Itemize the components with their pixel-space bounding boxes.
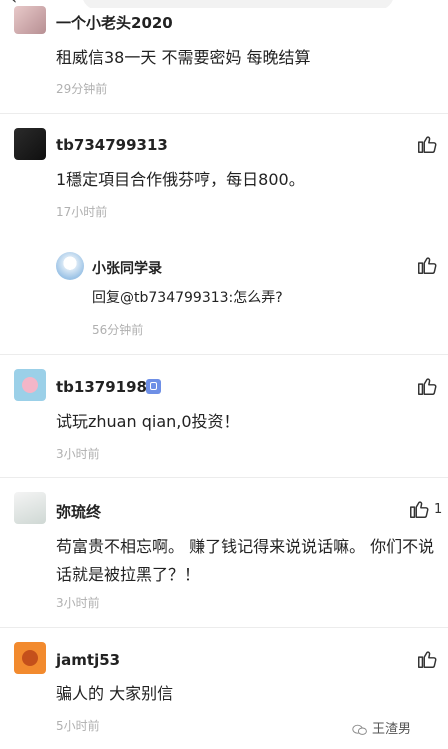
comment-text: 租威信38一天 不需要密妈 每晚结算 [56, 48, 311, 67]
thumbs-up-icon [418, 136, 437, 153]
reply-username[interactable]: 小张同学录 [92, 258, 162, 278]
avatar[interactable] [14, 369, 46, 401]
thumbs-up-icon [410, 501, 429, 518]
comment-text: 苟富贵不相忘啊。 赚了钱记得来说说话嘛。 你们不说话就是被拉黑了？！ [56, 537, 435, 584]
avatar[interactable] [14, 6, 46, 34]
thumbs-up-icon [418, 378, 437, 395]
avatar[interactable] [14, 492, 46, 524]
verified-badge-icon [146, 379, 161, 394]
comment-username[interactable]: tb13791987 [56, 378, 157, 396]
comment-username[interactable]: jamtj53 [56, 651, 120, 669]
comment-text: 骗人的 大家别信 [56, 684, 174, 703]
like-button[interactable] [416, 375, 438, 397]
avatar[interactable] [56, 252, 84, 280]
reply-time: 56分钟前 [92, 323, 144, 337]
comment-username[interactable]: 一个小老头2020 [56, 12, 173, 33]
wechat-icon [352, 724, 367, 735]
comment-time: 29分钟前 [56, 82, 108, 96]
reply-text: 回复@tb734799313:怎么弄? [92, 290, 283, 306]
comment-username[interactable]: tb734799313 [56, 136, 168, 154]
thumbs-up-icon [418, 651, 437, 668]
like-count: 1 [434, 502, 443, 517]
thumbs-up-icon [418, 257, 437, 274]
like-button[interactable] [416, 254, 438, 276]
divider [0, 354, 448, 355]
avatar[interactable] [14, 128, 46, 160]
like-button[interactable] [416, 648, 438, 670]
search-box[interactable] [82, 0, 394, 8]
watermark-text: 王渣男 [372, 722, 412, 737]
comment-time: 3小时前 [56, 596, 100, 610]
like-button[interactable] [416, 133, 438, 155]
top-bar: ‹ [0, 0, 448, 8]
comment-time: 5小时前 [56, 719, 100, 733]
divider [0, 113, 448, 114]
divider [0, 627, 448, 628]
comment-time: 17小时前 [56, 205, 108, 219]
comment-text: 试玩zhuan qian,0投资！ [56, 412, 240, 431]
watermark: 王渣男 [352, 718, 411, 737]
comment-username[interactable]: 弥琉终 [56, 501, 101, 522]
avatar[interactable] [14, 642, 46, 674]
comment-time: 3小时前 [56, 447, 100, 461]
divider [0, 477, 448, 478]
comment-text: 1穩定項目合作俄芬哼，每日800。 [56, 170, 305, 189]
like-button[interactable] [408, 498, 430, 520]
